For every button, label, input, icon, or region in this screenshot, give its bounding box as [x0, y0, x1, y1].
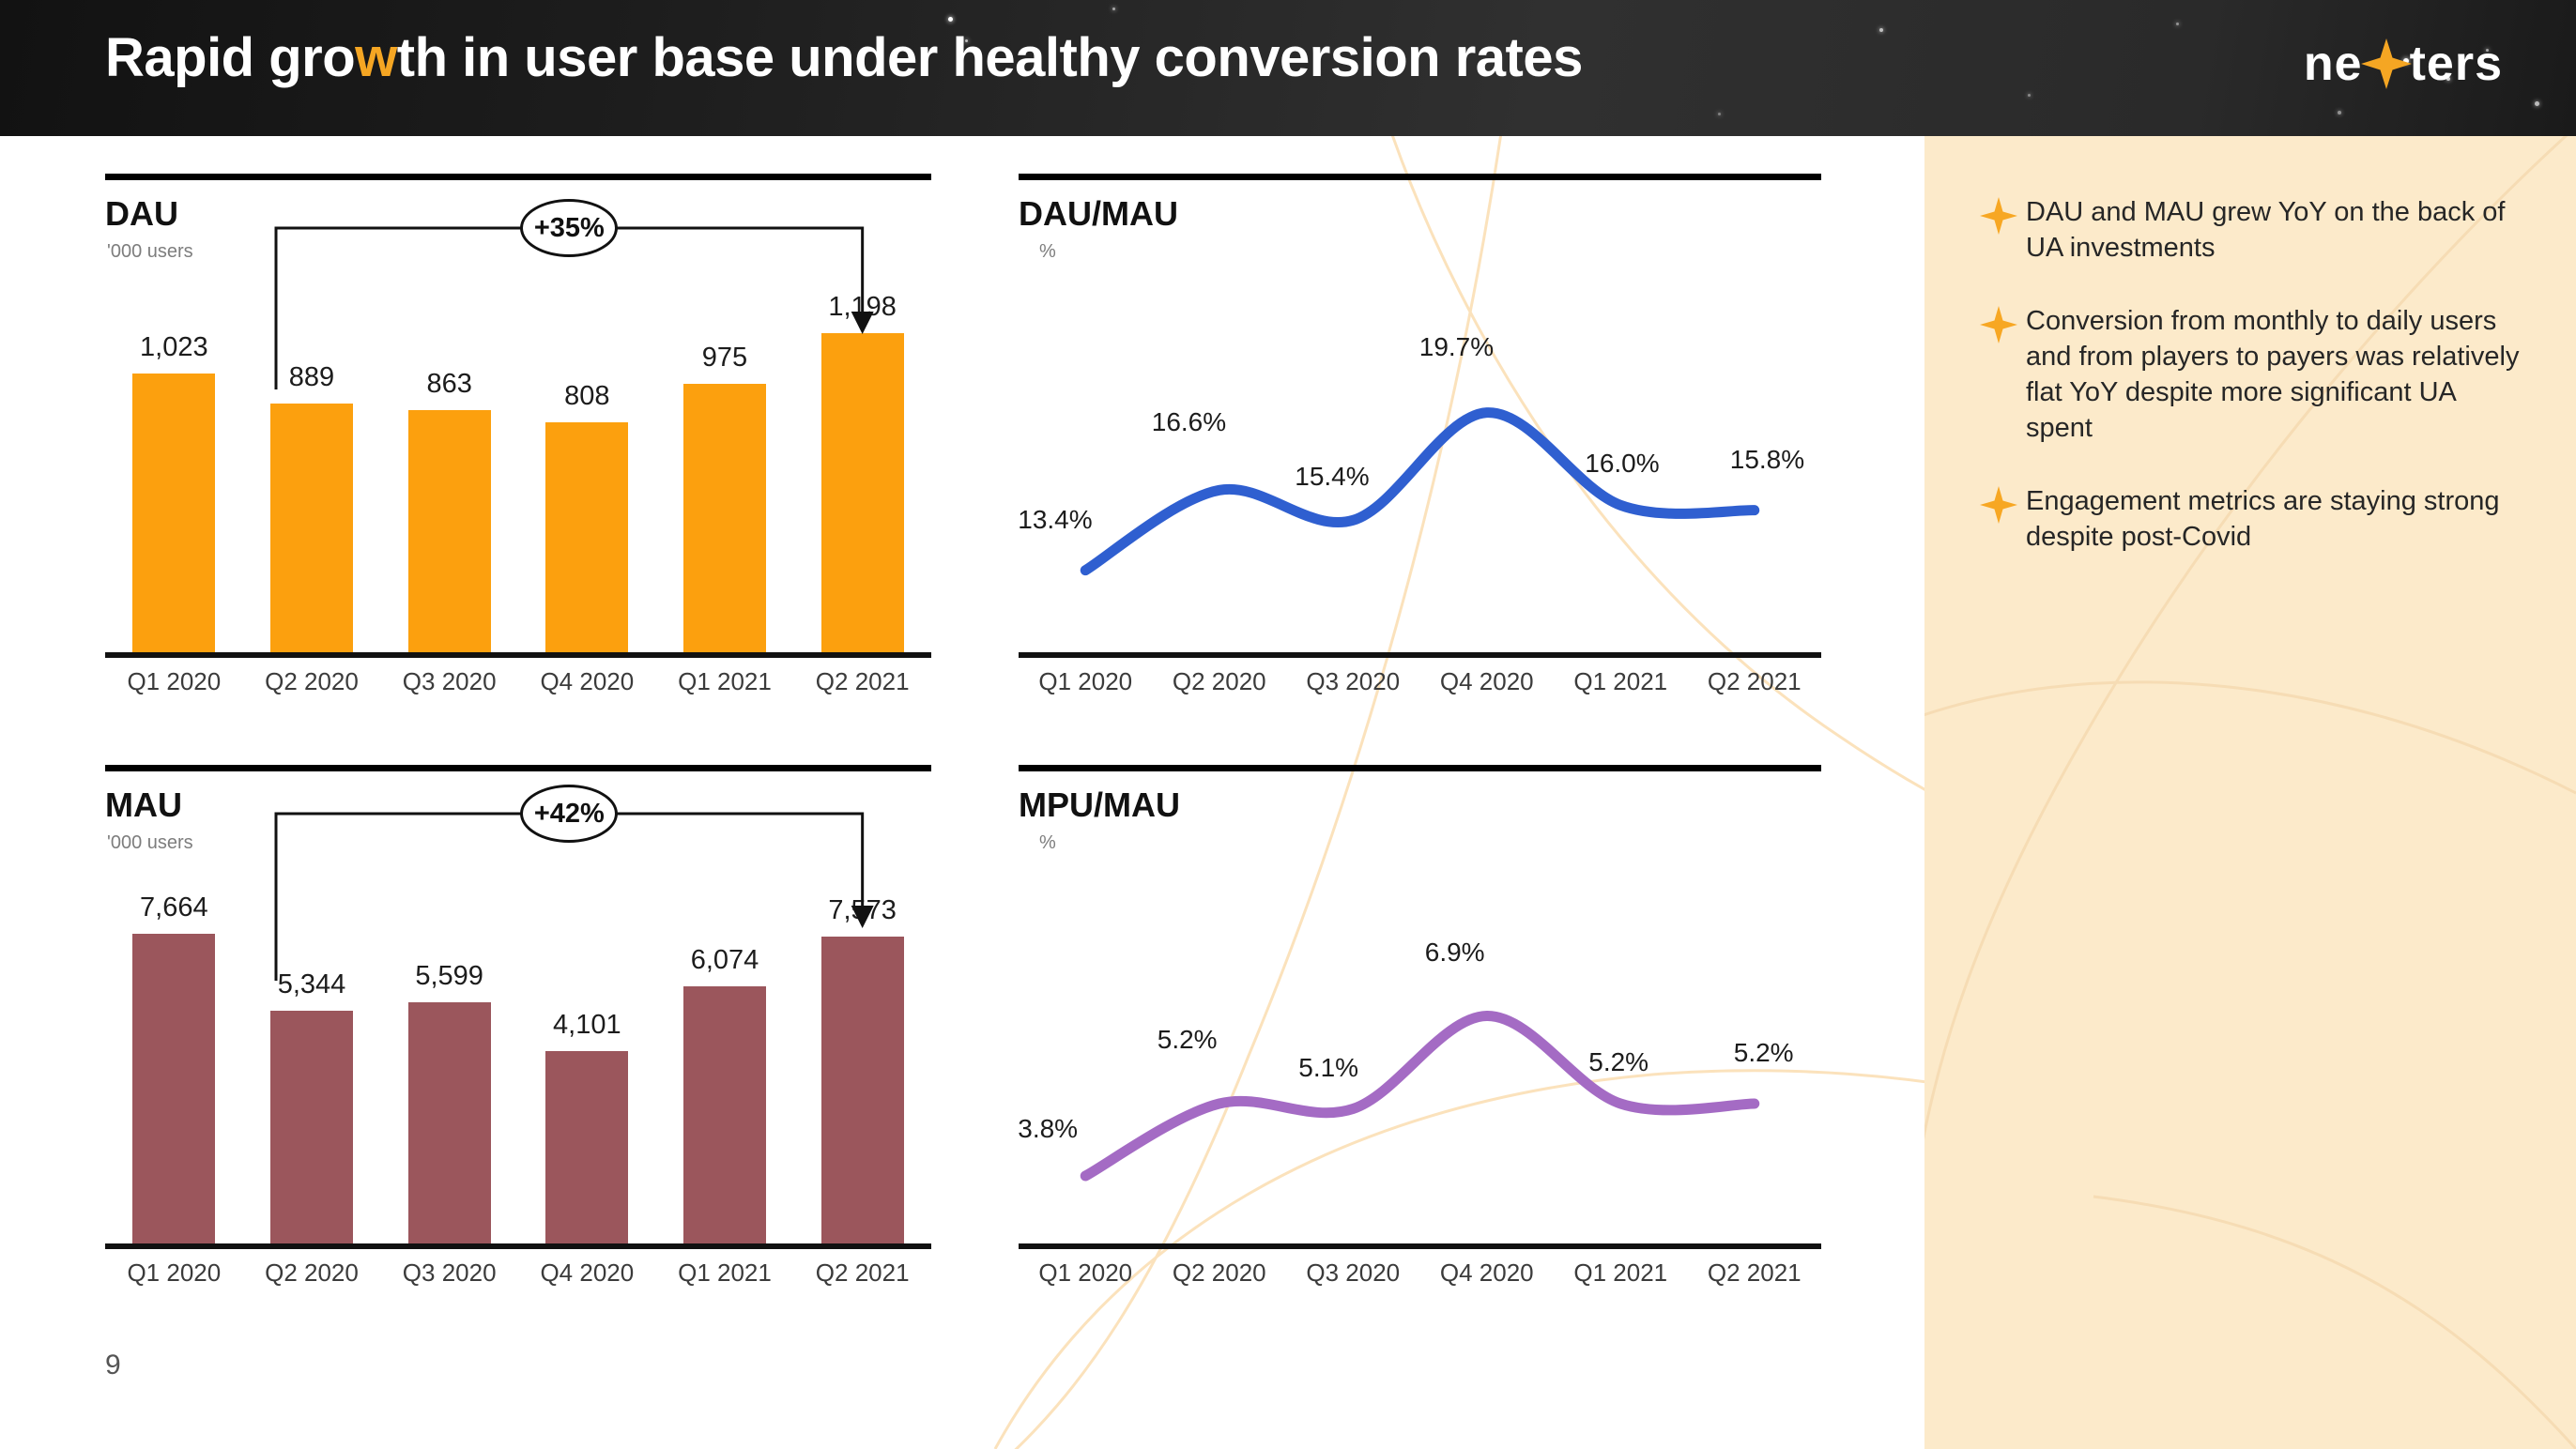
data-point-label: 19.7% [1418, 331, 1495, 361]
data-point-label: 15.4% [1295, 462, 1370, 492]
growth-bracket [274, 812, 874, 981]
list-item: Engagement metrics are staying strong de… [1979, 483, 2529, 555]
list-item-label: Engagement metrics are staying strong de… [2026, 486, 2500, 552]
data-point-label: 5.2% [1588, 1047, 1649, 1076]
list-item: DAU and MAU grew YoY on the back of UA i… [1979, 194, 2529, 266]
panel-rule [1019, 174, 1821, 180]
x-axis-tick-label: Q1 2020 [1038, 1258, 1133, 1287]
plot-area-dau-mau: 13.4% 16.6% 15.4% 19.7% 16.0% 15.8% Q1 2020 Q2 … [1018, 277, 1821, 718]
data-point-label: 5.2% [1157, 1025, 1218, 1054]
logo-text-after: ters [2409, 37, 2503, 91]
chart-panel-dau: DAU '000 users 1,023 889 863 808 975 1,198 Q1 … [105, 174, 931, 718]
panel-rule [1019, 765, 1821, 771]
data-point-label: 5.2% [1733, 1038, 1794, 1067]
panel-rule [105, 765, 931, 771]
list-item-label: Conversion from monthly to daily users a… [2026, 306, 2520, 443]
slide-header: Rapid growth in user base under healthy … [0, 0, 2576, 136]
growth-bracket [274, 226, 874, 389]
data-point-label: 16.0% [1585, 449, 1660, 479]
page-title-accent: w [355, 27, 397, 88]
bullet-list: DAU and MAU grew YoY on the back of UA i… [1979, 194, 2529, 592]
four-point-star-icon [1979, 305, 2018, 344]
x-axis-tick-label: Q4 2020 [1439, 667, 1534, 695]
x-axis-tick-label: Q3 2020 [1306, 667, 1401, 695]
nexters-logo: ne ters [2304, 36, 2503, 92]
chart-title-mpu-mau: MPU/MAU [1019, 786, 1180, 824]
panel-rule [105, 174, 931, 180]
chart-subtitle-dau: '000 users [107, 241, 193, 262]
insights-sidebar: DAU and MAU grew YoY on the back of UA i… [1924, 136, 2576, 1449]
chart-subtitle-dau-mau: % [1039, 241, 1056, 262]
chart-title-mau: MAU [105, 786, 182, 824]
growth-badge: +42% [520, 785, 619, 843]
list-item-label: DAU and MAU grew YoY on the back of UA i… [2026, 197, 2506, 263]
x-axis-tick-label: Q2 2020 [1172, 1258, 1266, 1287]
data-point-label: 5.1% [1298, 1052, 1359, 1082]
page-title-part2: th in user base under healthy conversion… [396, 27, 1584, 88]
x-axis-line [1019, 652, 1821, 658]
data-point-label: 13.4% [1018, 504, 1093, 534]
x-axis-tick-label: Q2 2021 [1707, 1258, 1802, 1287]
plot-area-mau: 7,6645,3445,5994,1016,0747,573Q1 2020Q2 … [105, 785, 931, 1309]
chart-title-dau: DAU [105, 194, 178, 233]
chart-subtitle-mpu-mau: % [1039, 832, 1056, 853]
plot-area-dau: 1,023 889 863 808 975 1,198 Q1 2020 Q2 2020 Q3 2… [105, 199, 931, 718]
x-axis-tick-label: Q3 2020 [1306, 1258, 1401, 1287]
data-point-label: 16.6% [1151, 407, 1227, 437]
x-axis-tick-label: Q2 2020 [1172, 667, 1266, 695]
x-axis-line [1019, 1243, 1821, 1249]
logo-text-before: ne [2303, 37, 2363, 91]
growth-badge: +35% [520, 199, 619, 257]
page-number: 9 [105, 1350, 121, 1380]
list-item: Conversion from monthly to daily users a… [1979, 303, 2529, 446]
chart-title-dau-mau: DAU/MAU [1019, 194, 1178, 233]
chart-panel-mau: MAU '000 users 7,664 5,344 5,599 4,101 6,074… [105, 765, 931, 1309]
x-axis-tick-label: Q1 2021 [1573, 1258, 1668, 1287]
x-axis-tick-label: Q1 2020 [1038, 667, 1133, 695]
page-title: Rapid growth in user base under healthy … [105, 26, 1583, 89]
page-title-part1: Rapid gro [105, 27, 356, 88]
plot-area-mpu-mau: 3.8% 5.2% 5.1% 6.9% 5.2% 5.2% Q1 2020 Q2 2020 Q3… [1018, 868, 1821, 1309]
four-point-star-icon [1979, 485, 2018, 525]
logo-star-x-icon [2359, 37, 2414, 91]
four-point-star-icon [1979, 196, 2018, 236]
x-axis-tick-label: Q2 2021 [1707, 667, 1802, 695]
x-axis-tick-label: Q4 2020 [1439, 1258, 1534, 1287]
x-axis-tick-label: Q1 2021 [1573, 667, 1668, 695]
data-point-label: 6.9% [1424, 937, 1485, 967]
chart-panel-mpu-mau: MPU/MAU % 3.8% 5.2% 5.1% 6.9% 5.2% 5.2% Q1 202… [1018, 765, 1821, 1309]
chart-panel-dau-mau: DAU/MAU % 13.4% 16.6% 15.4% 19.7% 16.0% 15.8%… [1018, 174, 1821, 718]
chart-subtitle-mau: '000 users [107, 832, 193, 853]
data-point-label: 3.8% [1018, 1114, 1079, 1143]
line-series [1080, 1010, 1760, 1182]
data-point-label: 15.8% [1729, 444, 1805, 474]
